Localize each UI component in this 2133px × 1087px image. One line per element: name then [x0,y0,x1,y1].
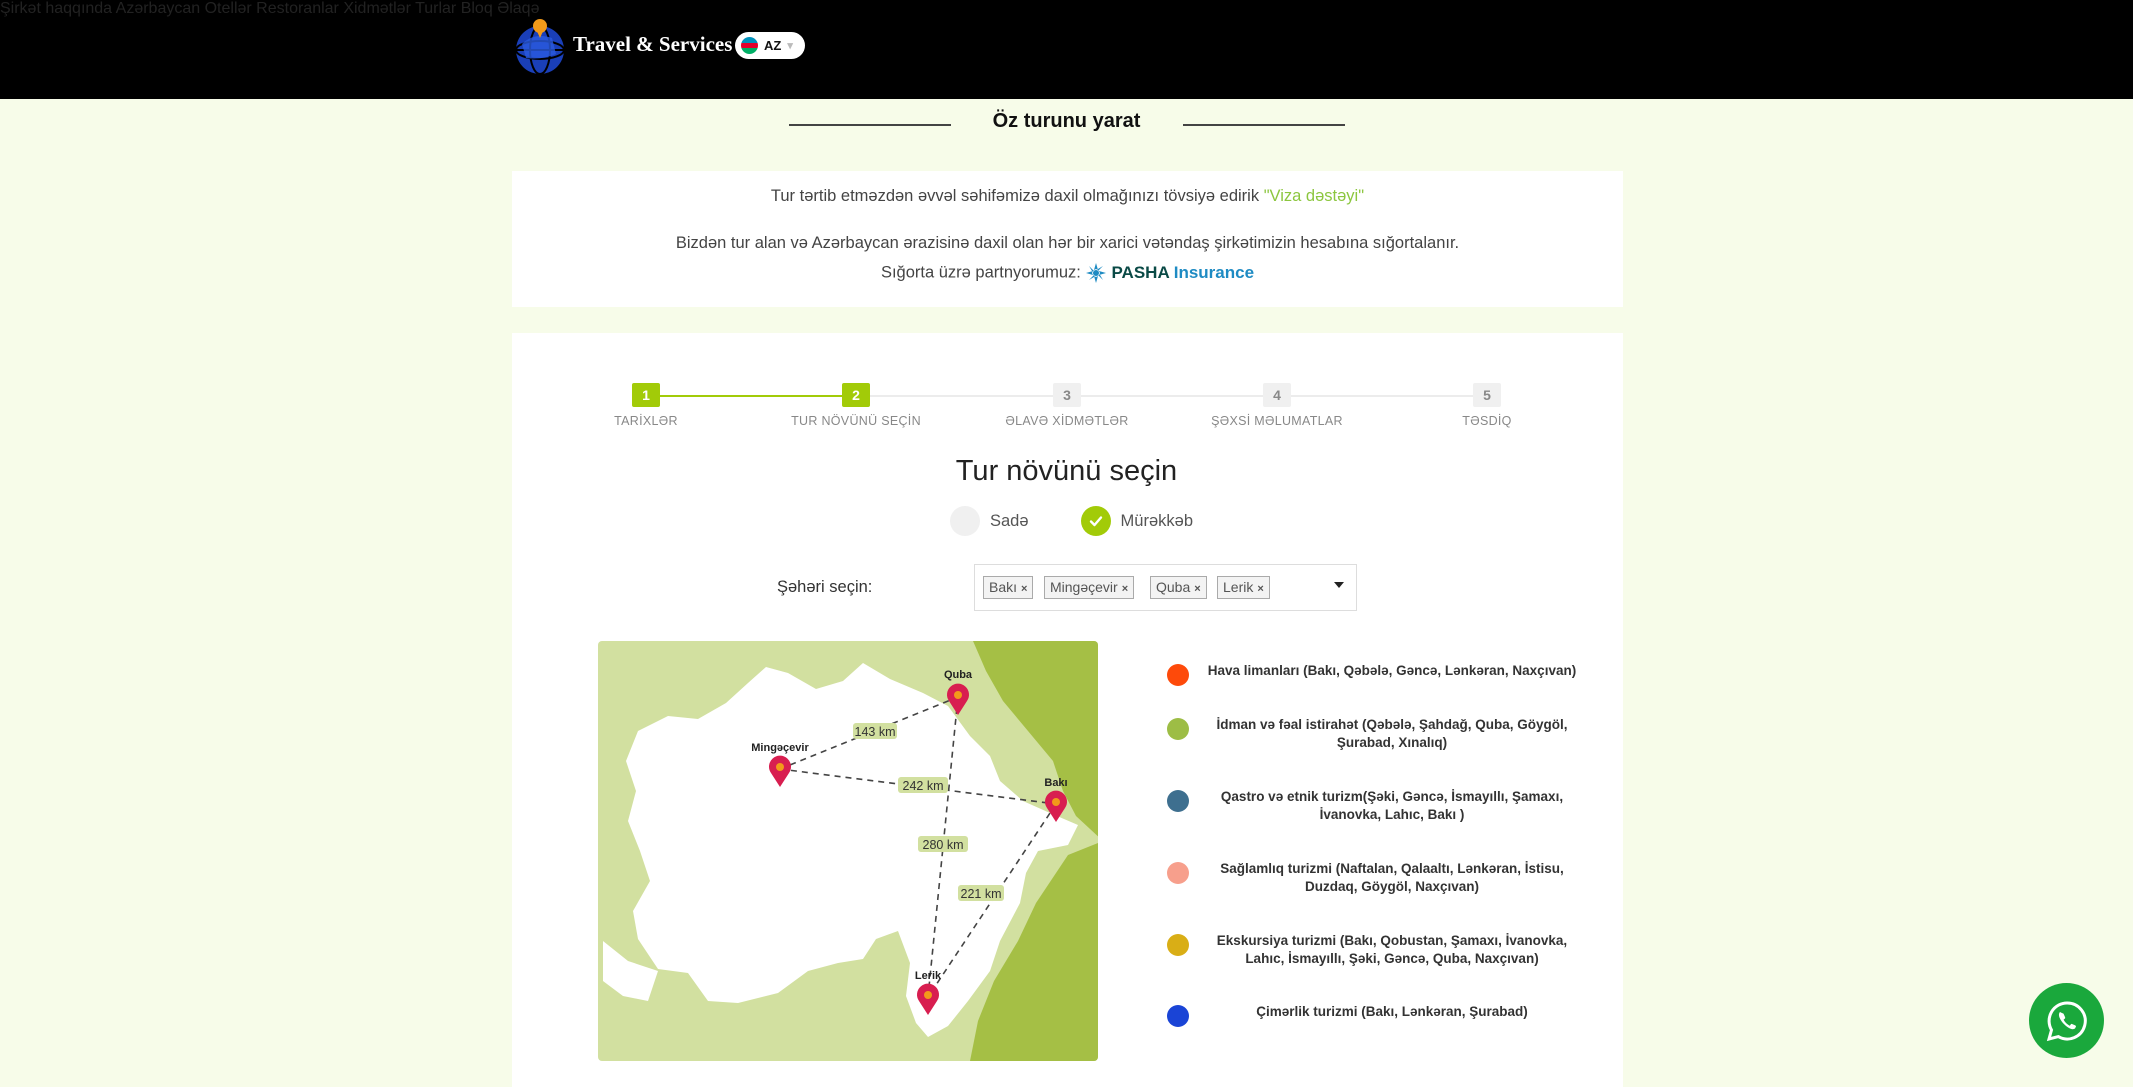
whatsapp-icon [2046,1000,2087,1041]
section-title: Tur növünü seçin [955,455,1178,487]
nav-item-services[interactable]: Xidmətlər [343,0,411,17]
legend-text: Hava limanları (Bakı, Qəbələ, Gəncə, Lən… [1207,663,1577,678]
pasha-insurance-logo[interactable]: PASHA Insurance [1085,262,1254,284]
visa-notice-text: Tur tərtib etməzdən əvvəl səhifəmizə dax… [770,187,1260,205]
step-tour-type[interactable]: 2 TUR NÖVÜNÜ SEÇİN [776,383,936,428]
title-divider-right [1183,124,1345,126]
step-extra-services[interactable]: 3 ƏLAVƏ XİDMƏTLƏR [987,383,1147,428]
remove-tag-icon[interactable]: × [1122,583,1128,595]
step-number: 1 [632,383,660,407]
step-number: 3 [1053,383,1081,407]
city-multiselect[interactable]: Bakı × Mingəçevir × Quba × Lerik × [974,564,1357,611]
distance-label: 280 km [923,838,964,852]
dropdown-arrow-icon[interactable] [1334,582,1344,588]
chevron-down-icon: ▾ [787,40,793,52]
legend-text: Sağlamlıq turizmi (Naftalan, Qalaaltı, L… [1220,861,1564,894]
brand-name[interactable]: Travel & Services [573,32,732,57]
legend-dot [1167,790,1189,812]
city-tag-text: Bakı [989,579,1018,595]
legend-dot [1167,664,1189,686]
legend-text: Ekskursiya turizmi (Bakı, Qobustan, Şama… [1216,933,1568,966]
legend-text: Çimərlik turizmi (Bakı, Lənkəran, Şuraba… [1256,1004,1528,1019]
step-label: TUR NÖVÜNÜ SEÇİN [791,414,921,428]
legend-item[interactable]: Çimərlik turizmi (Bakı, Lənkəran, Şuraba… [1167,1003,1587,1027]
map-city-label: Quba [944,669,973,681]
radio-simple[interactable] [950,506,980,536]
az-flag-icon [741,37,758,54]
tour-type-options: Sadə Mürəkkəb [950,506,1193,536]
radio-simple-label[interactable]: Sadə [990,512,1029,531]
info-card: Tur tərtib etməzdən əvvəl səhifəmizə dax… [512,171,1623,307]
distance-label: 221 km [961,887,1002,901]
legend-item[interactable]: İdman və fəal istirahət (Qəbələ, Şahdağ,… [1167,716,1587,752]
step-label: ƏLAVƏ XİDMƏTLƏR [1005,414,1129,428]
legend-dot [1167,862,1189,884]
insurance-partner: Sığorta üzrə partnyorumuz: PASHA Insuran… [512,262,1623,284]
legend-dot [1167,934,1189,956]
step-number: 5 [1473,383,1501,407]
site-header: Travel & Services AZ ▾ Şirkət haqqında A… [0,0,2133,99]
step-confirm[interactable]: 5 TƏSDİQ [1407,383,1567,428]
legend-text: Qastro və etnik turizm(Şəki, Gəncə, İsma… [1220,789,1564,822]
step-number: 2 [842,383,870,407]
nav-item-hotels[interactable]: Otellər [205,0,252,17]
map-city-label: Lerik [915,970,942,982]
step-dates[interactable]: 1 TARİXLƏR [566,383,726,428]
remove-tag-icon[interactable]: × [1194,583,1200,595]
radio-complex-label[interactable]: Mürəkkəb [1121,512,1193,531]
insurance-wordmark: Insurance [1173,263,1255,282]
nav-item-company[interactable]: Şirkət haqqında [0,0,112,17]
route-map[interactable]: 143 km 242 km 280 km 221 km Quba Mingəçe… [598,641,1098,1061]
pasha-wordmark: PASHA [1111,263,1170,282]
legend-item[interactable]: Ekskursiya turizmi (Bakı, Qobustan, Şama… [1167,932,1587,968]
legend-item[interactable]: Hava limanları (Bakı, Qəbələ, Gəncə, Lən… [1167,662,1587,686]
city-tag-quba: Quba × [1150,576,1207,599]
map-city-label: Mingəçevir [751,742,809,754]
language-code: AZ [764,38,782,53]
page-title: Öz turunu yarat [992,110,1141,132]
city-tag-text: Quba [1156,579,1191,595]
step-number: 4 [1263,383,1291,407]
legend-dot [1167,1005,1189,1027]
city-tag-text: Mingəçevir [1050,579,1118,595]
nav-item-restaurants[interactable]: Restoranlar [256,0,339,17]
distance-label: 143 km [855,725,896,739]
visa-support-link[interactable]: "Viza dəstəyi" [1264,187,1364,205]
city-tag-mingecevir: Mingəçevir × [1044,576,1135,599]
remove-tag-icon[interactable]: × [1021,583,1027,595]
visa-notice: Tur tərtib etməzdən əvvəl səhifəmizə dax… [512,187,1623,206]
main-nav: Şirkət haqqında Azərbaycan Otellər Resto… [0,0,2133,18]
check-icon [1089,516,1102,527]
nav-item-tours[interactable]: Turlar [415,0,456,17]
nav-item-azerbaijan[interactable]: Azərbaycan [116,0,201,17]
whatsapp-button[interactable] [2029,983,2104,1058]
city-tag-text: Lerik [1223,579,1254,595]
legend-item[interactable]: Qastro və etnik turizm(Şəki, Gəncə, İsma… [1167,788,1587,824]
distance-label: 242 km [903,779,944,793]
legend-text: İdman və fəal istirahət (Qəbələ, Şahdağ,… [1216,717,1568,750]
logo-globe-icon[interactable] [512,14,570,76]
language-switcher[interactable]: AZ ▾ [735,32,805,59]
insurance-partner-label: Sığorta üzrə partnyorumuz: [880,263,1081,282]
step-label: TƏSDİQ [1462,414,1512,428]
step-label: TARİXLƏR [614,414,678,428]
nav-item-blog[interactable]: Bloq [461,0,493,17]
stepper-track-todo [856,395,1496,397]
legend-dot [1167,718,1189,740]
step-personal-info[interactable]: 4 ŞƏXSİ MƏLUMATLAR [1197,383,1357,428]
legend-item[interactable]: Sağlamlıq turizmi (Naftalan, Qalaaltı, L… [1167,860,1587,896]
map-city-label: Bakı [1044,777,1067,789]
city-tag-lerik: Lerik × [1217,576,1270,599]
pasha-star-icon [1086,263,1107,283]
city-tag-baki: Bakı × [983,576,1034,599]
title-divider-left [789,124,951,126]
remove-tag-icon[interactable]: × [1257,583,1263,595]
page-title-row: Öz turunu yarat [0,110,2133,133]
radio-complex[interactable] [1080,506,1111,536]
step-label: ŞƏXSİ MƏLUMATLAR [1211,414,1343,428]
insurance-notice: Bizdən tur alan və Azərbaycan ərazisinə … [675,234,1460,252]
city-select-label: Şəhəri seçin: [777,578,873,596]
